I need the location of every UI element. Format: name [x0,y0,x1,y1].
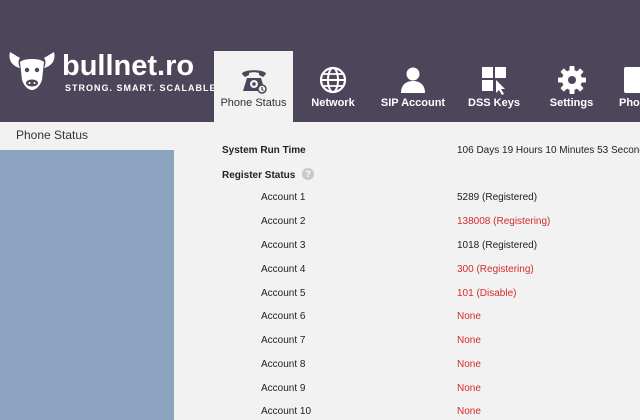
tab-sip-account[interactable]: SIP Account [374,51,452,122]
account-label: Account 1 [261,192,306,203]
tab-label: Settings [549,97,594,109]
tab-label: Network [311,97,355,109]
run-time-label: System Run Time [222,145,306,156]
account-label: Account 8 [261,359,306,370]
tab-phone-status[interactable]: Phone Status [214,51,293,122]
account-label: Account 3 [261,240,306,251]
run-time-value: 106 Days 19 Hours 10 Minutes 53 Seconds [457,145,640,156]
tab-label: SIP Account [380,97,446,109]
account-label: Account 2 [261,216,306,227]
account-status: None [457,311,481,322]
account-label: Account 9 [261,383,306,394]
brand-tagline: STRONG. SMART. SCALABLE. [65,83,221,93]
phonebook-icon [624,67,640,93]
sidebar: Phone Status [0,122,174,420]
brand-logo[interactable]: bullnet.ro STRONG. SMART. SCALABLE. [6,46,219,98]
phone-icon [241,70,267,94]
tab-phonebook[interactable]: Pho [610,51,640,122]
account-status: 5289 (Registered) [457,192,538,203]
account-status: 300 (Registering) [457,264,534,275]
tab-network[interactable]: Network [294,51,372,122]
bull-logo-icon [9,52,55,90]
gear-icon [557,66,586,94]
account-status: None [457,383,481,394]
account-status: 101 (Disable) [457,288,517,299]
brand-name: bullnet.ro [62,50,195,82]
tab-settings[interactable]: Settings [534,51,609,122]
tab-label: Pho [619,97,640,109]
user-icon [401,67,425,93]
tab-label: DSS Keys [468,97,520,109]
status-content: System Run Time 106 Days 19 Hours 10 Min… [174,122,640,420]
account-status: None [457,359,481,370]
account-status: 1018 (Registered) [457,240,538,251]
top-header: bullnet.ro STRONG. SMART. SCALABLE. Phon… [0,0,640,122]
account-status: 138008 (Registering) [457,216,551,227]
account-label: Account 4 [261,264,306,275]
account-label: Account 7 [261,335,306,346]
account-label: Account 10 [261,406,312,417]
help-icon[interactable]: ? [302,168,314,180]
register-status-label: Register Status [222,170,296,181]
account-label: Account 5 [261,288,306,299]
dss-keys-icon [482,67,506,95]
tab-dss-keys[interactable]: DSS Keys [454,51,534,122]
sidebar-item-phone-status[interactable]: Phone Status [0,122,174,150]
account-label: Account 6 [261,311,306,322]
main-nav-tabs: Phone Status Network SIP Account DSS Key… [214,51,640,122]
globe-icon [319,66,347,94]
account-status: None [457,335,481,346]
tab-label: Phone Status [220,97,287,109]
account-status: None [457,406,481,417]
